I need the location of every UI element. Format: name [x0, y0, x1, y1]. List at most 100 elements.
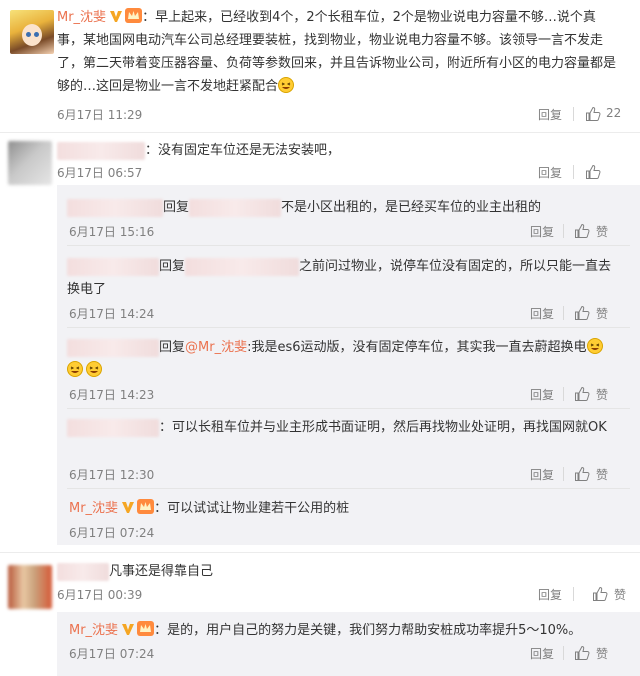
like-count: 22	[606, 106, 622, 120]
like-button[interactable]	[574, 645, 590, 665]
laughing-emoji-icon	[278, 77, 295, 93]
crown-badge-icon	[137, 499, 155, 514]
reply-time: 6月17日 12:30	[69, 468, 155, 482]
like-button[interactable]	[574, 386, 590, 406]
like-label: 赞	[596, 647, 609, 661]
thumbs-up-icon	[593, 586, 608, 601]
redacted-username	[67, 257, 159, 276]
divider	[563, 387, 564, 401]
thumbs-up-icon	[586, 164, 601, 179]
avatar[interactable]	[10, 10, 54, 54]
reply-time: 6月17日 15:16	[69, 225, 155, 239]
comment-text: 事，某地国网电动汽车公司总经理要装桩，找到物业，物业说电力容量不够。该领导一言不…	[57, 33, 604, 48]
thumbs-up-icon	[575, 305, 590, 320]
redacted-username	[57, 562, 109, 581]
comment-text: 凡事还是得靠自己	[109, 564, 214, 579]
mention-link[interactable]: @Mr_沈斐	[185, 340, 247, 355]
comment-1: Mr_沈斐 ：早上起来，已经收到4个，2个长租车位，2个是物业说电力容量不够…说个…	[0, 0, 640, 132]
comment-body: ：没有固定车位还是无法安装吧，	[57, 139, 340, 162]
reply-body: ：可以长租车位并与业主形成书面证明，然后再找物业处证明，再找国网就OK	[67, 416, 607, 439]
thumbs-up-icon	[575, 645, 590, 660]
username-link[interactable]: Mr_沈斐	[57, 10, 106, 25]
crown-badge-icon	[125, 8, 143, 23]
comment-text: 了，第二天带着变压器容量、负荷等参数回来，并且告诉物业公司，附近所有小区的电力容…	[57, 56, 617, 71]
thumbs-up-icon	[575, 223, 590, 238]
reply-time: 6月17日 14:24	[69, 307, 155, 321]
like-button[interactable]	[574, 305, 590, 325]
comment-text: 够的…这回是物业一言不发地赶紧配合	[57, 79, 279, 94]
reply-body: 回复@Mr_沈斐:我是es6运动版，没有固定停车位，其实我一直去蔚超换电	[67, 336, 603, 382]
like-label: 赞	[596, 307, 609, 321]
like-label: 赞	[614, 588, 627, 602]
laughing-emoji-icon	[67, 361, 83, 377]
divider	[67, 245, 630, 246]
reply-text: :我是es6运动版，没有固定停车位，其实我一直去蔚超换电	[247, 340, 587, 355]
crown-badge-icon	[137, 621, 155, 636]
divider	[573, 107, 574, 121]
divider	[67, 488, 630, 489]
divider	[67, 408, 630, 409]
comment-text: ：没有固定车位还是无法安装吧，	[145, 143, 341, 158]
comment-3: 凡事还是得靠自己 6月17日 00:39 回复 赞	[0, 553, 640, 609]
thumbs-up-icon	[586, 106, 601, 121]
verified-v-icon	[110, 11, 123, 22]
username-link[interactable]: Mr_沈斐	[69, 501, 118, 516]
comment-body: 凡事还是得靠自己	[57, 560, 213, 583]
reply-button[interactable]: 回复	[530, 305, 554, 322]
reply-body: Mr_沈斐 ：是的，用户自己的努力是关键，我们努力帮助安桩成功率提升5～10%。	[69, 619, 581, 642]
comment-text: ：早上起来，已经收到4个，2个长租车位，2个是物业说电力容量不够…说个真	[142, 10, 596, 25]
reply-prefix: 回复	[163, 200, 190, 215]
like-label: 赞	[596, 388, 609, 402]
redacted-username	[185, 257, 300, 276]
divider	[67, 327, 630, 328]
reply-text: 换电了	[67, 282, 107, 297]
reply-time: 6月17日 14:23	[69, 388, 155, 402]
redacted-username	[189, 198, 282, 217]
divider	[573, 587, 574, 601]
like-label: 赞	[596, 225, 609, 239]
divider	[563, 306, 564, 320]
laughing-emoji-icon	[86, 361, 102, 377]
thumbs-up-icon	[575, 466, 590, 481]
divider	[563, 224, 564, 238]
divider	[563, 646, 564, 660]
like-button[interactable]	[574, 223, 590, 243]
reply-text: ：是的，用户自己的努力是关键，我们努力帮助安桩成功率提升5～10%。	[154, 623, 582, 638]
divider	[573, 165, 574, 179]
reply-text: 之前问过物业，说停车位没有固定的，所以只能一直去	[299, 259, 612, 274]
reply-button[interactable]: 回复	[530, 466, 554, 483]
laughing-emoji-icon	[586, 338, 603, 354]
reply-prefix: 回复	[159, 259, 186, 274]
like-button[interactable]	[574, 466, 590, 486]
redacted-username	[57, 141, 145, 160]
username-link[interactable]: Mr_沈斐	[69, 623, 118, 638]
reply-time: 6月17日 07:24	[69, 526, 155, 540]
like-button[interactable]	[585, 164, 601, 184]
redacted-username	[67, 198, 163, 217]
reply-button[interactable]: 回复	[538, 106, 562, 123]
reply-button[interactable]: 回复	[538, 164, 562, 181]
verified-v-icon	[122, 502, 135, 513]
reply-text: ：可以长租车位并与业主形成书面证明，然后再找物业处证明，再找国网就OK	[159, 420, 607, 435]
reply-body: 回复 不是小区出租的，是已经买车位的业主出租的	[67, 196, 541, 219]
divider	[563, 467, 564, 481]
thumbs-up-icon	[575, 386, 590, 401]
like-label: 赞	[596, 468, 609, 482]
reply-button[interactable]: 回复	[538, 586, 562, 603]
reply-button[interactable]: 回复	[530, 223, 554, 240]
like-button[interactable]	[592, 586, 608, 606]
reply-button[interactable]: 回复	[530, 386, 554, 403]
comment-time: 6月17日 11:29	[57, 108, 143, 122]
avatar[interactable]	[8, 565, 52, 609]
redacted-username	[67, 418, 159, 437]
comment-2: ：没有固定车位还是无法安装吧， 6月17日 06:57 回复	[0, 133, 640, 185]
reply-button[interactable]: 回复	[530, 645, 554, 662]
avatar[interactable]	[8, 141, 52, 185]
reply-body: Mr_沈斐 ：可以试试让物业建若干公用的桩	[69, 497, 349, 520]
like-button[interactable]	[585, 106, 601, 126]
comment-time: 6月17日 06:57	[57, 166, 143, 180]
reply-text: 不是小区出租的，是已经买车位的业主出租的	[281, 200, 542, 215]
reply-time: 6月17日 07:24	[69, 647, 155, 661]
comment-body: Mr_沈斐 ：早上起来，已经收到4个，2个长租车位，2个是物业说电力容量不够…说个…	[57, 6, 632, 98]
reply-text: ：可以试试让物业建若干公用的桩	[154, 501, 350, 516]
